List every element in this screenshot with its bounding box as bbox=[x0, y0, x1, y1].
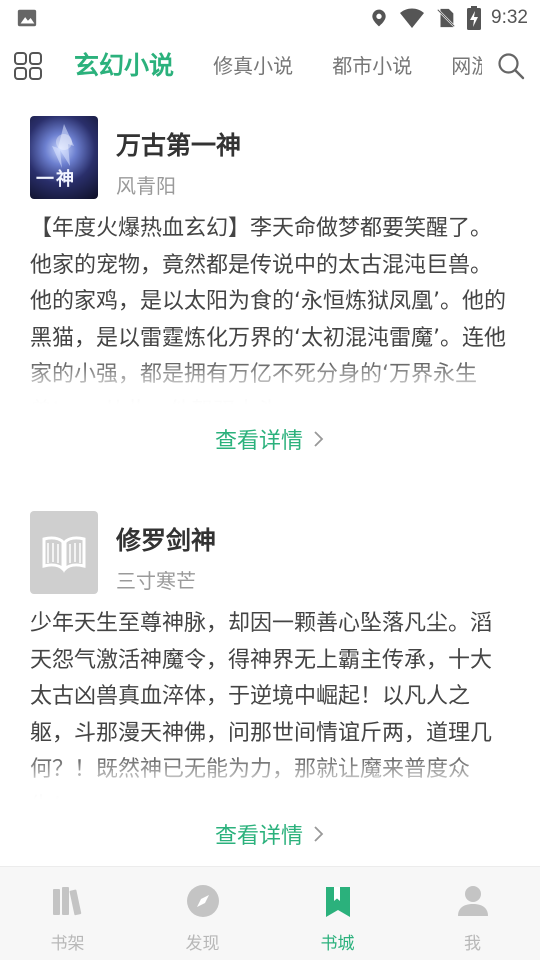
tab-dushi[interactable]: 都市小说 bbox=[332, 36, 412, 96]
book-list: 一神 万古第一神 风青阳 【年度火爆热血玄幻】李天命做梦都要笑醒了。他家的宠物，… bbox=[0, 96, 540, 866]
cover-title-text: 一神 bbox=[36, 169, 76, 190]
card-spacer bbox=[0, 474, 540, 491]
book-card[interactable]: 修罗剑神 三寸寒芒 少年天生至尊神脉，却因一颗善心坠落凡尘。滔天怨气激活神魔令，… bbox=[0, 491, 540, 866]
description-fade bbox=[30, 751, 510, 799]
search-icon bbox=[498, 53, 525, 80]
view-details-button[interactable]: 查看详情 bbox=[215, 818, 325, 850]
top-tab-bar: 玄幻小说 修真小说 都市小说 网游小说 bbox=[0, 36, 540, 96]
chevron-right-icon bbox=[314, 826, 324, 842]
profile-icon bbox=[457, 886, 488, 916]
book-cover[interactable]: 一神 bbox=[30, 116, 98, 199]
book-cover[interactable] bbox=[30, 511, 98, 594]
tab-wangyou[interactable]: 网游小说 bbox=[451, 36, 482, 96]
status-time: 9:32 bbox=[491, 7, 528, 28]
location-icon bbox=[372, 9, 386, 27]
tab-xuanhuan[interactable]: 玄幻小说 bbox=[74, 36, 174, 96]
view-details-button[interactable]: 查看详情 bbox=[215, 423, 325, 455]
book-title[interactable]: 修罗剑神 bbox=[116, 521, 216, 557]
book-description: 【年度火爆热血玄幻】李天命做梦都要笑醒了。他家的宠物，竟然都是传说中的太古混沌巨… bbox=[30, 211, 510, 404]
description-fade bbox=[30, 356, 510, 404]
chevron-right-icon bbox=[314, 431, 324, 447]
nav-bookshelf[interactable]: 书架 bbox=[0, 867, 135, 960]
category-tabs: 玄幻小说 修真小说 都市小说 网游小说 bbox=[74, 36, 482, 96]
bookstore-icon bbox=[325, 887, 350, 917]
book-placeholder-icon bbox=[42, 536, 86, 573]
grid-icon bbox=[14, 52, 42, 80]
nav-label: 我 bbox=[464, 934, 481, 954]
nav-label: 书架 bbox=[50, 934, 85, 954]
book-author: 风青阳 bbox=[116, 174, 176, 198]
bookshelf-icon bbox=[52, 887, 81, 916]
tab-xiuzhen[interactable]: 修真小说 bbox=[213, 36, 293, 96]
book-description: 少年天生至尊神脉，却因一颗善心坠落凡尘。滔天怨气激活神魔令，得神界无上霸主传承，… bbox=[30, 606, 510, 799]
view-details-label: 查看详情 bbox=[214, 429, 303, 454]
book-title[interactable]: 万古第一神 bbox=[116, 126, 241, 162]
compass-icon bbox=[186, 885, 219, 917]
nav-discover[interactable]: 发现 bbox=[135, 867, 270, 960]
bottom-nav: 书架 发现 书城 我 bbox=[0, 866, 540, 960]
book-card[interactable]: 一神 万古第一神 风青阳 【年度火爆热血玄幻】李天命做梦都要笑醒了。他家的宠物，… bbox=[0, 96, 540, 474]
nav-label: 发现 bbox=[185, 934, 220, 954]
nav-bookstore[interactable]: 书城 bbox=[270, 867, 405, 960]
nav-label: 书城 bbox=[320, 934, 355, 954]
wifi-icon bbox=[400, 8, 425, 28]
screen: 9:32 玄幻小说 修真小说 都市小说 网游小说 bbox=[0, 0, 540, 960]
view-details-label: 查看详情 bbox=[214, 824, 303, 849]
image-icon bbox=[17, 9, 37, 27]
search-button[interactable] bbox=[496, 51, 526, 81]
book-author: 三寸寒芒 bbox=[116, 569, 196, 593]
no-sim-icon bbox=[436, 8, 456, 28]
battery-charging-icon bbox=[467, 6, 482, 30]
category-grid-button[interactable] bbox=[13, 51, 43, 81]
nav-profile[interactable]: 我 bbox=[405, 867, 540, 960]
status-bar: 9:32 bbox=[0, 0, 540, 36]
